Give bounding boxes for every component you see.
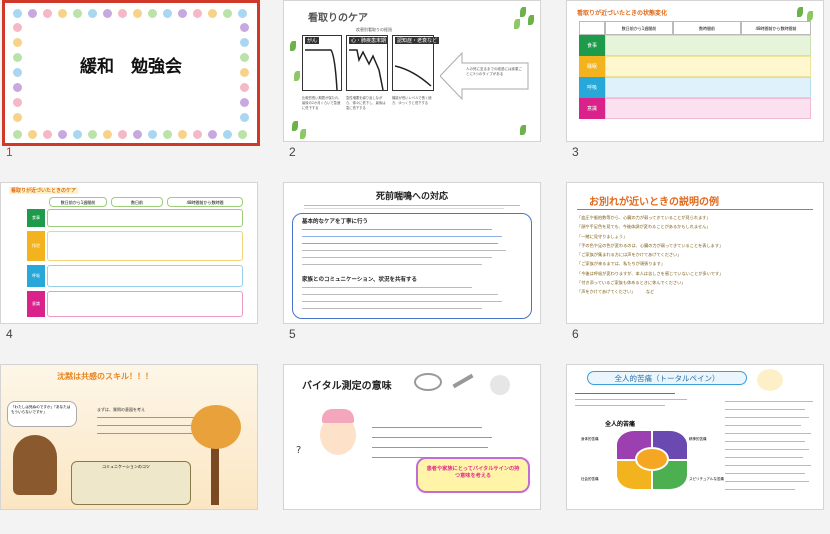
thermometer-icon bbox=[452, 373, 474, 389]
bear-illustration bbox=[13, 435, 57, 495]
slide-2-arrow-text: 人の死に至るまでの経過には疾患ごとに3つのタイプがある bbox=[466, 67, 522, 76]
slide-thumb-2[interactable]: 看取りのケア 疾患別看取りの経過 がん 心・肺疾患末期 認知症・老衰など 人の死… bbox=[283, 0, 565, 170]
slide-5-canvas[interactable]: 死前喘鳴への対応 基本的なケアを丁寧に行う 家族とのコミュニケーション、状況を共… bbox=[283, 182, 541, 324]
quadrant-label-4: スピリチュアルな苦痛 bbox=[689, 477, 724, 481]
character-illustration bbox=[757, 369, 783, 391]
center-circle bbox=[635, 447, 669, 471]
slide-8-canvas[interactable]: バイタル測定の意味 ? 患者や家族にとってバイタルサインの持つ意味を考える bbox=[283, 364, 541, 510]
slide-3-canvas[interactable]: 看取りが近づいたときの状態変化 数日前から1週間前 数時間前 48時間前から数時… bbox=[566, 0, 824, 142]
slide-6-canvas[interactable]: お別れが近いときの説明の例 「血圧や脈拍数等から、心臓の力が弱ってきていることが… bbox=[566, 182, 824, 324]
slide-7-sub: まずは、質問の意図を考え bbox=[97, 407, 145, 412]
slide-thumb-3[interactable]: 看取りが近づいたときの状態変化 数日前から1週間前 数時間前 48時間前から数時… bbox=[566, 0, 830, 170]
slide-number-1: 1 bbox=[6, 145, 13, 159]
col-header-1: 数日前から1週間前 bbox=[49, 197, 107, 207]
slide-number-4: 4 bbox=[6, 327, 13, 341]
slide-number-3: 3 bbox=[572, 145, 579, 159]
slide-8-title: バイタル測定の意味 bbox=[302, 381, 392, 392]
chart-heart-lung: 心・肺疾患末期 bbox=[346, 35, 389, 91]
slide-7-bubble: 「わたしは死ぬのですか」「あなたはもういらないですか」 bbox=[7, 401, 77, 427]
stethoscope-icon bbox=[414, 373, 442, 391]
slide-number-5: 5 bbox=[289, 327, 296, 341]
slide-9-title: 全人的苦痛（トータルペイン） bbox=[587, 371, 747, 385]
col-header-3: 48時間前から数時間 bbox=[167, 197, 243, 207]
diagram-heading: 全人的苦痛 bbox=[605, 421, 636, 428]
autumn-tree bbox=[191, 405, 241, 449]
slide-2-subtitle: 疾患別看取りの経過 bbox=[356, 27, 392, 32]
quadrant-label-3: 社会的苦痛 bbox=[581, 477, 599, 481]
slide-thumb-4[interactable]: 看取りが近づいたときのケア 数日前から1週間前 数日前 48時間前から数時間 食… bbox=[0, 182, 282, 352]
slide-thumb-9[interactable]: 全人的苦痛（トータルペイン） 全人的苦痛 身体的苦痛 精神的苦痛 社会的苦痛 ス… bbox=[566, 364, 830, 534]
slide-2-title: 看取りのケア bbox=[308, 13, 368, 24]
section-2-heading: 家族とのコミュニケーション、状況を共有する bbox=[302, 277, 418, 283]
slide-thumb-7[interactable]: 沈黙は共感のスキル！！！ 「わたしは死ぬのですか」「あなたはもういらないですか」… bbox=[0, 364, 282, 534]
slide-sorter-grid: 緩和 勉強会 1 看取りのケア 疾患別看取りの経過 がん 心・肺疾患末期 認知症… bbox=[0, 0, 830, 510]
slide-thumb-8[interactable]: バイタル測定の意味 ? 患者や家族にとってバイタルサインの持つ意味を考える bbox=[283, 364, 565, 534]
dot-border-bottom bbox=[13, 130, 247, 139]
col-header-2: 数日前 bbox=[111, 197, 163, 207]
slide-5-title: 死前喘鳴への対応 bbox=[375, 192, 448, 202]
slide-thumb-1[interactable]: 緩和 勉強会 1 bbox=[0, 0, 282, 170]
slide-1-title: 緩和 勉強会 bbox=[80, 57, 182, 77]
dot-border-top bbox=[13, 9, 247, 18]
slide-7-canvas[interactable]: 沈黙は共感のスキル！！！ 「わたしは死ぬのですか」「あなたはもういらないですか」… bbox=[0, 364, 258, 510]
slide-2-canvas[interactable]: 看取りのケア 疾患別看取りの経過 がん 心・肺疾患末期 認知症・老衰など 人の死… bbox=[283, 0, 541, 142]
slide-7-title: 沈黙は共感のスキル！！！ bbox=[57, 372, 153, 381]
slide-9-canvas[interactable]: 全人的苦痛（トータルペイン） 全人的苦痛 身体的苦痛 精神的苦痛 社会的苦痛 ス… bbox=[566, 364, 824, 510]
caption-1: 比較的長い期間が保たれ、最後の2か月くらいで急速に低下する bbox=[302, 96, 342, 110]
slide-number-6: 6 bbox=[572, 327, 579, 341]
quadrant-label-2: 精神的苦痛 bbox=[689, 437, 707, 441]
slide-4-canvas[interactable]: 看取りが近づいたときのケア 数日前から1週間前 数日前 48時間前から数時間 食… bbox=[0, 182, 258, 324]
slide-thumb-6[interactable]: お別れが近いときの説明の例 「血圧や脈拍数等から、心臓の力が弱ってきていることが… bbox=[566, 182, 830, 352]
slide-7-tips-box: コミュニケーションのコツ bbox=[71, 461, 191, 505]
chart-dementia: 認知症・老衰など bbox=[392, 35, 440, 91]
quadrant-label-1: 身体的苦痛 bbox=[581, 437, 599, 441]
section-1-heading: 基本的なケアを丁寧に行う bbox=[302, 219, 369, 225]
slide-3-title: 看取りが近づいたときの状態変化 bbox=[577, 10, 668, 17]
slide-thumb-5[interactable]: 死前喘鳴への対応 基本的なケアを丁寧に行う 家族とのコミュニケーション、状況を共… bbox=[283, 182, 565, 352]
slide-8-callout: 患者や家族にとってバイタルサインの持つ意味を考える bbox=[416, 457, 530, 493]
slide-number-2: 2 bbox=[289, 145, 296, 159]
slide-3-table: 数日前から1週間前 数時間前 48時間前から数時間前 食事 睡眠 呼吸 意識 bbox=[579, 21, 811, 119]
slide-1-canvas[interactable]: 緩和 勉強会 bbox=[2, 0, 260, 146]
chart-cancer: がん bbox=[302, 35, 342, 91]
question-mark-icon: ? bbox=[296, 445, 302, 456]
hand-icon bbox=[490, 375, 510, 395]
slide-6-title: お別れが近いときの説明の例 bbox=[589, 197, 719, 208]
slide-6-lines: 「血圧や脈拍数等から、心臓の力が弱ってきていることが見られます」 「顔や手足色を見… bbox=[577, 215, 724, 295]
caption-3: 機能が低いレベルで長く続き、ゆっくりと低下する bbox=[392, 96, 432, 105]
slide-4-title: 看取りが近づいたときのケア bbox=[9, 187, 79, 194]
caption-2: 急性増悪を繰り返しながら、徐々に低下し、最後は急に低下する bbox=[346, 96, 386, 110]
